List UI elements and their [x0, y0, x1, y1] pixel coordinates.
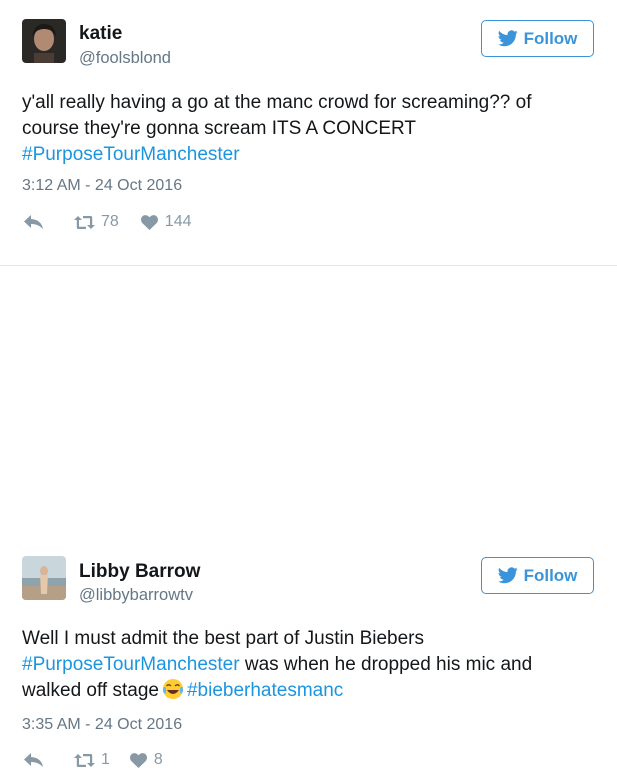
- tweet-text: Well I must admit the best part of Justi…: [22, 626, 597, 708]
- tweet-text-line: walked off stage #bieberhatesmanc: [22, 678, 597, 708]
- like-count: 144: [164, 213, 192, 230]
- tweet-actions: 1 8: [24, 749, 163, 771]
- retweet-icon: [74, 753, 95, 767]
- retweet-button[interactable]: 1: [74, 751, 110, 769]
- timestamp[interactable]: 3:35 AM - 24 Oct 2016: [22, 716, 182, 734]
- follow-button[interactable]: Follow: [481, 20, 594, 57]
- avatar[interactable]: [22, 556, 66, 600]
- tweet-libby-barrow: Libby Barrow @libbybarrowtv Follow Well …: [0, 265, 617, 768]
- twitter-bird-icon: [497, 567, 518, 584]
- like-button[interactable]: 8: [129, 751, 163, 769]
- heart-icon: [140, 214, 158, 230]
- tweet-actions: 78 144: [24, 211, 192, 233]
- retweet-count: 78: [101, 213, 119, 230]
- retweet-button[interactable]: 78: [74, 213, 119, 231]
- timestamp[interactable]: 3:12 AM - 24 Oct 2016: [22, 177, 182, 195]
- display-name[interactable]: katie: [79, 23, 122, 45]
- username[interactable]: @foolsblond: [79, 49, 171, 68]
- reply-button[interactable]: [24, 215, 44, 229]
- username[interactable]: @libbybarrowtv: [79, 586, 193, 605]
- tweet-text-line: course they're gonna scream ITS A CONCER…: [22, 118, 416, 139]
- hashtag-link[interactable]: #PurposeTourManchester: [22, 142, 597, 168]
- follow-label: Follow: [523, 565, 578, 585]
- hashtag-link[interactable]: #bieberhatesmanc: [187, 680, 343, 701]
- follow-button[interactable]: Follow: [481, 557, 594, 594]
- retweet-icon: [74, 215, 95, 229]
- heart-icon: [129, 752, 147, 768]
- follow-label: Follow: [523, 28, 578, 48]
- tweet-text-segment: was when he dropped his mic and: [239, 654, 533, 675]
- tweet-text: y'all really having a go at the manc cro…: [22, 90, 597, 168]
- like-button[interactable]: 144: [140, 213, 192, 231]
- like-count: 8: [153, 751, 163, 768]
- avatar[interactable]: [22, 19, 66, 63]
- display-name[interactable]: Libby Barrow: [79, 561, 200, 583]
- tweet-text-line: #PurposeTourManchester was when he dropp…: [22, 652, 597, 678]
- retweet-count: 1: [101, 751, 110, 768]
- reply-icon: [24, 215, 43, 229]
- tweet-text-segment: walked off stage: [22, 680, 159, 701]
- tweet-text-line: y'all really having a go at the manc cro…: [22, 92, 532, 113]
- hashtag-link[interactable]: #PurposeTourManchester: [22, 654, 240, 675]
- tweet-text-line: Well I must admit the best part of Justi…: [22, 628, 424, 649]
- tweet-katie: katie @foolsblond Follow y'all really ha…: [0, 0, 617, 265]
- twitter-bird-icon: [497, 30, 518, 47]
- tears-of-joy-emoji-icon: [162, 678, 184, 708]
- reply-icon: [24, 753, 43, 767]
- reply-button[interactable]: [24, 753, 44, 767]
